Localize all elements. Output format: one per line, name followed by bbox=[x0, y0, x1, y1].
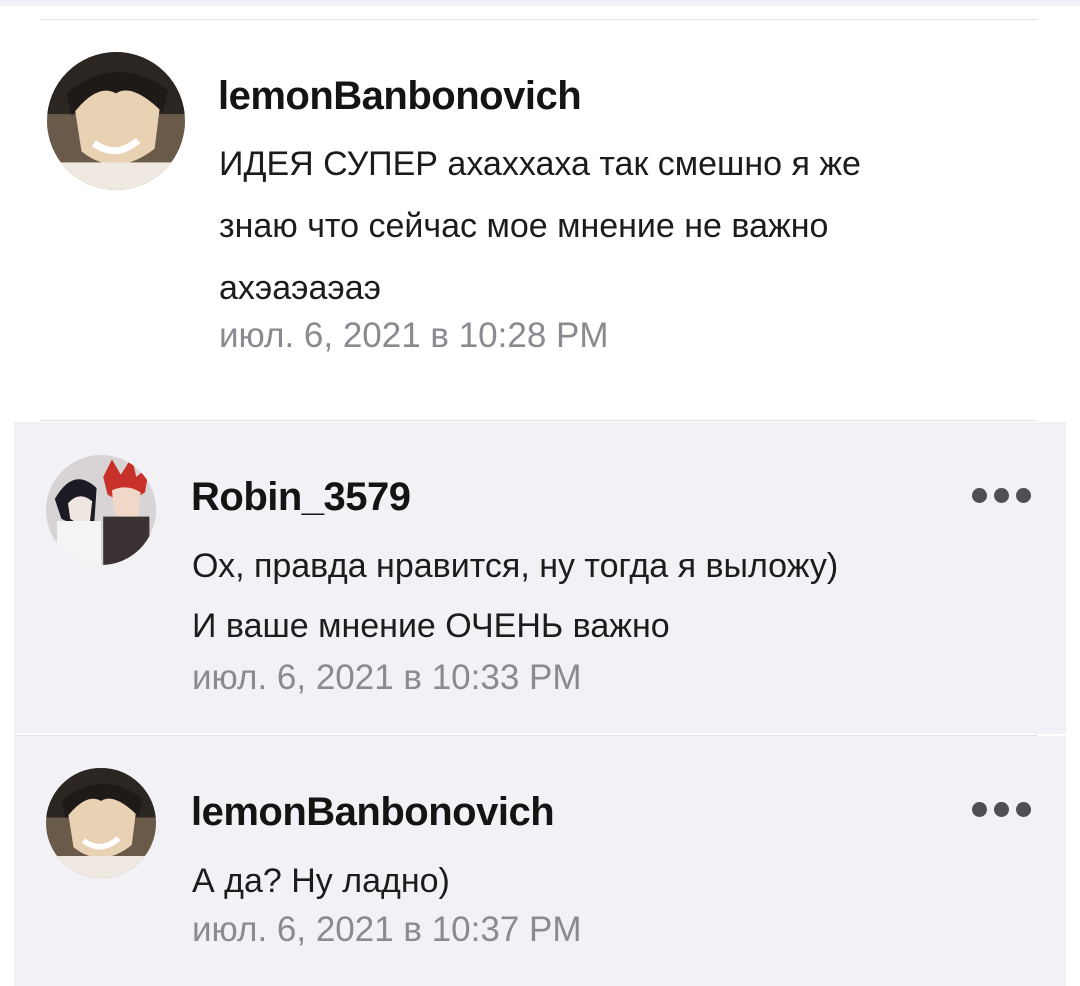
comment-text-line: И ваше мнение ОЧЕНЬ важно bbox=[192, 607, 670, 645]
comments-thread: lemonBanbonovich ИДЕЯ СУПЕР ахаххаха так… bbox=[0, 0, 1080, 986]
anime-avatar-icon bbox=[46, 455, 156, 565]
anime-avatar-icon bbox=[46, 768, 156, 878]
comment-timestamp: июл. 6, 2021 в 10:28 PM bbox=[219, 316, 609, 355]
comment-author[interactable]: Robin_3579 bbox=[191, 475, 411, 520]
top-strip bbox=[0, 0, 1080, 6]
reply-item: lemonBanbonovich А да? Ну ладно) июл. 6,… bbox=[14, 736, 1066, 986]
comment-text-line: ИДЕЯ СУПЕР ахаххаха так смешно я же bbox=[219, 145, 861, 183]
user-avatar[interactable] bbox=[46, 455, 156, 565]
more-dots-icon[interactable] bbox=[972, 802, 1031, 817]
more-dots-icon[interactable] bbox=[972, 488, 1031, 503]
user-avatar[interactable] bbox=[47, 52, 185, 190]
comment-text-line: Ох, правда нравится, ну тогда я выложу) bbox=[192, 547, 839, 585]
comment-author[interactable]: lemonBanbonovich bbox=[191, 790, 555, 835]
comment-text-line: знаю что сейчас мое мнение не важно bbox=[219, 207, 829, 245]
comment-text-line: ахэаэаэаэ bbox=[219, 269, 382, 307]
user-avatar[interactable] bbox=[46, 768, 156, 878]
divider bbox=[40, 420, 1038, 421]
comment-author[interactable]: lemonBanbonovich bbox=[218, 74, 582, 119]
comment-timestamp: июл. 6, 2021 в 10:37 PM bbox=[192, 910, 582, 949]
comment-item: lemonBanbonovich ИДЕЯ СУПЕР ахаххаха так… bbox=[0, 20, 1080, 420]
comment-timestamp: июл. 6, 2021 в 10:33 PM bbox=[192, 658, 582, 697]
comment-text-line: А да? Ну ладно) bbox=[192, 862, 450, 900]
reply-item: Robin_3579 Ох, правда нравится, ну тогда… bbox=[14, 422, 1066, 734]
anime-avatar-icon bbox=[47, 52, 185, 190]
